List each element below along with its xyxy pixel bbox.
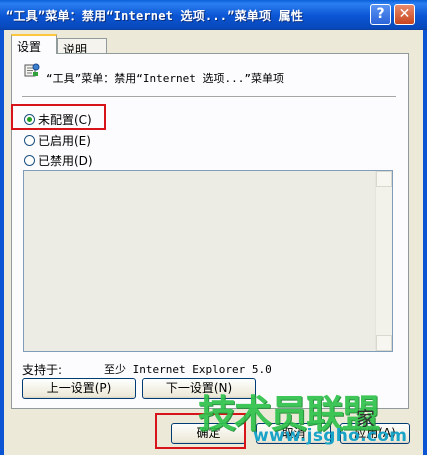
previous-setting-button[interactable]: 上一设置(P) [22,378,136,399]
help-button[interactable]: ? [370,4,391,25]
option-label: 已启用(E) [38,133,91,148]
scroll-up-button[interactable] [376,171,392,187]
option-enabled[interactable]: 已启用(E) [24,132,91,148]
option-disabled[interactable]: 已禁用(D) [24,152,93,168]
watermark-url: www.jsgho.com [253,426,408,446]
title-bar[interactable]: “工具”菜单：禁用“Internet 选项...”菜单项 属性 ? ✕ [0,0,427,30]
window-border-left [0,30,4,455]
vertical-scrollbar[interactable] [375,171,392,351]
tab-settings[interactable]: 设置 [11,34,57,54]
radio-icon[interactable] [24,134,35,146]
comment-textarea[interactable] [23,170,393,352]
option-label: 已禁用(D) [38,153,93,168]
scroll-down-button[interactable] [376,335,392,351]
policy-setting-icon [24,62,40,78]
separator [22,96,396,98]
radio-icon[interactable] [24,154,35,166]
highlight-box [11,104,106,130]
policy-title: “工具”菜单：禁用“Internet 选项...”菜单项 [46,72,284,85]
window-border-right [423,30,427,455]
supported-on-label: 支持于: [22,363,63,377]
supported-on-value: 至少 Internet Explorer 5.0 [104,363,272,376]
close-button[interactable]: ✕ [394,4,415,25]
window-title: “工具”菜单：禁用“Internet 选项...”菜单项 属性 [6,9,304,23]
